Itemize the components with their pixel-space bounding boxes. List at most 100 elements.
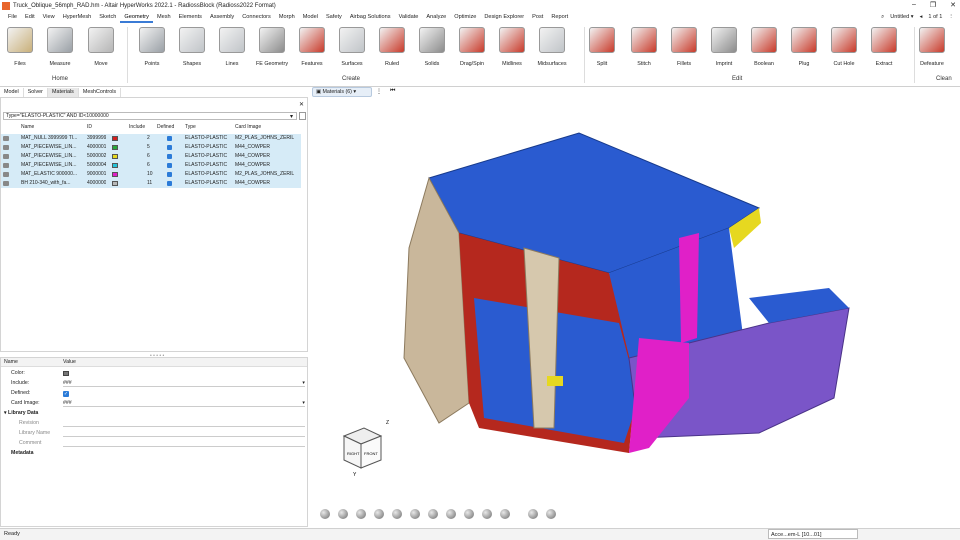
material-color-swatch[interactable] [112, 172, 118, 177]
status-include-field[interactable]: Acce...em-L [10...01] [768, 529, 858, 539]
section-icon[interactable] [528, 509, 538, 519]
defeature-tool-button[interactable]: Defeature [912, 27, 952, 67]
library-data-section[interactable]: ▾ Library Data [4, 409, 38, 418]
close-button[interactable]: ✕ [950, 1, 956, 9]
measure-tool-button[interactable]: Measure [40, 27, 80, 67]
features-tool-button[interactable]: Features [292, 27, 332, 67]
boolean-tool-button[interactable]: Boolean [744, 27, 784, 67]
table-row[interactable]: BH 210-340_with_fa... 4000000 11 ELASTO-PLA… [1, 179, 301, 188]
filter-input[interactable]: Type="ELASTO-PLASTIC" AND ID<10000000 [3, 112, 297, 120]
session-dropdown[interactable]: Untitled ▾ [890, 14, 913, 20]
graphics-viewport[interactable]: RIGHT FRONT Z Y [309, 98, 960, 528]
defined-checkbox[interactable] [167, 181, 172, 186]
surfaces-tool-button[interactable]: Surfaces [332, 27, 372, 67]
drag-spin-tool-button[interactable]: Drag/Spin [452, 27, 492, 67]
menu-geometry[interactable]: Geometry [120, 11, 153, 23]
defined-checkbox[interactable] [167, 145, 172, 150]
menu-connectors[interactable]: Connectors [238, 11, 275, 23]
tab-meshcontrols[interactable]: MeshControls [79, 88, 122, 97]
materials-filter-dropdown[interactable]: ▣ Materials (6) ▾ [312, 87, 372, 97]
fit-icon[interactable] [500, 509, 510, 519]
no-entry-icon[interactable] [410, 509, 420, 519]
close-panel-icon[interactable]: ✕ [299, 101, 304, 108]
tab-model[interactable]: Model [0, 88, 24, 97]
points-tool-button[interactable]: Points [132, 27, 172, 67]
imprint-tool-button[interactable]: Imprint [704, 27, 744, 67]
menu-validate[interactable]: Validate [395, 11, 423, 23]
maximize-button[interactable]: ❐ [930, 1, 936, 9]
fe-geometry-tool-button[interactable]: FE Geometry [252, 27, 292, 67]
material-color-swatch[interactable] [112, 145, 118, 150]
tab-materials[interactable]: Materials [47, 88, 79, 97]
menu-optimize[interactable]: Optimize [450, 11, 480, 23]
extract-tool-button[interactable]: Extract [864, 27, 904, 67]
table-row[interactable]: MAT_PIECEWISE_LIN... 4000001 5 ELASTO-PLAST… [1, 143, 301, 152]
cut-hole-tool-button[interactable]: Cut Hole [824, 27, 864, 67]
zoom-out-icon[interactable] [464, 509, 474, 519]
search-icon[interactable]: ⌕ [881, 14, 884, 21]
rotate-icon[interactable] [356, 509, 366, 519]
menu-post[interactable]: Post [528, 11, 547, 23]
menu-morph[interactable]: Morph [275, 11, 299, 23]
column-header-include[interactable]: Include [129, 124, 145, 130]
perspective-icon[interactable] [482, 509, 492, 519]
midlines-tool-button[interactable]: Midlines [492, 27, 532, 67]
options-icon[interactable]: ⋮ [948, 14, 954, 20]
zoom-icon[interactable] [446, 509, 456, 519]
defined-checkbox[interactable] [167, 163, 172, 168]
defined-checkbox[interactable] [167, 154, 172, 159]
table-row[interactable]: MAT_PIECEWISE_LIN... 5000002 6 ELASTO-PLAST… [1, 152, 301, 161]
menu-edit[interactable]: Edit [21, 11, 39, 23]
defined-checkbox[interactable]: ✓ [63, 391, 69, 397]
library-name-field[interactable] [63, 429, 305, 437]
column-header-card-image[interactable]: Card Image [235, 124, 261, 130]
fillets-tool-button[interactable]: Fillets [664, 27, 704, 67]
column-header-name[interactable]: Name [21, 124, 34, 130]
defined-checkbox[interactable] [167, 136, 172, 141]
camera-icon[interactable] [338, 509, 348, 519]
shapes-tool-button[interactable]: Shapes [172, 27, 212, 67]
menu-airbag-solutions[interactable]: Airbag Solutions [346, 11, 395, 23]
menu-mesh[interactable]: Mesh [153, 11, 175, 23]
filter-options-icon[interactable] [299, 112, 306, 120]
materials-menu-icon[interactable]: ⋮ [376, 88, 382, 95]
column-header-defined[interactable]: Defined [157, 124, 174, 130]
menu-model[interactable]: Model [299, 11, 322, 23]
ruled-tool-button[interactable]: Ruled [372, 27, 412, 67]
table-row[interactable]: MAT_NULL 3999999 TI... 3999999 2 ELASTO-PLA… [1, 134, 301, 143]
menu-design-explorer[interactable]: Design Explorer [480, 11, 528, 23]
view-orientation-icon[interactable] [320, 509, 330, 519]
move-tool-button[interactable]: Move [81, 27, 121, 67]
lines-tool-button[interactable]: Lines [212, 27, 252, 67]
menu-assembly[interactable]: Assembly [206, 11, 238, 23]
column-header-type[interactable]: Type [185, 124, 196, 130]
clip-icon[interactable] [546, 509, 556, 519]
stitch-tool-button[interactable]: Stitch [624, 27, 664, 67]
truck-model-render[interactable]: RIGHT FRONT Z Y [309, 98, 960, 528]
menu-elements[interactable]: Elements [175, 11, 206, 23]
column-header-id[interactable]: ID [87, 124, 92, 130]
menu-view[interactable]: View [39, 11, 59, 23]
minimize-button[interactable]: – [912, 1, 916, 9]
menu-safety[interactable]: Safety [322, 11, 346, 23]
tab-solver[interactable]: Solver [24, 88, 48, 97]
table-row[interactable]: MAT_ELASTIC 900000... 9000001 10 ELASTO-PLA… [1, 170, 301, 179]
comment-field[interactable] [63, 439, 305, 447]
menu-analyze[interactable]: Analyze [422, 11, 450, 23]
menu-file[interactable]: File [4, 11, 21, 23]
midsurfaces-tool-button[interactable]: Midsurfaces [532, 27, 572, 67]
table-row[interactable]: MAT_PIECEWISE_LIN... 5000004 6 ELASTO-PLAST… [1, 161, 301, 170]
color-swatch[interactable] [63, 371, 69, 376]
view-cube[interactable]: RIGHT FRONT Z Y [342, 420, 389, 478]
split-tool-button[interactable]: Split [582, 27, 622, 67]
material-color-swatch[interactable] [112, 136, 118, 141]
zoom-box-icon[interactable] [392, 509, 402, 519]
defined-checkbox[interactable] [167, 172, 172, 177]
menu-hypermesh[interactable]: HyperMesh [59, 11, 96, 23]
solids-tool-button[interactable]: Solids [412, 27, 452, 67]
plug-tool-button[interactable]: Plug [784, 27, 824, 67]
pan-icon[interactable] [374, 509, 384, 519]
menu-report[interactable]: Report [547, 11, 572, 23]
axis-icon[interactable] [428, 509, 438, 519]
material-color-swatch[interactable] [112, 181, 118, 186]
